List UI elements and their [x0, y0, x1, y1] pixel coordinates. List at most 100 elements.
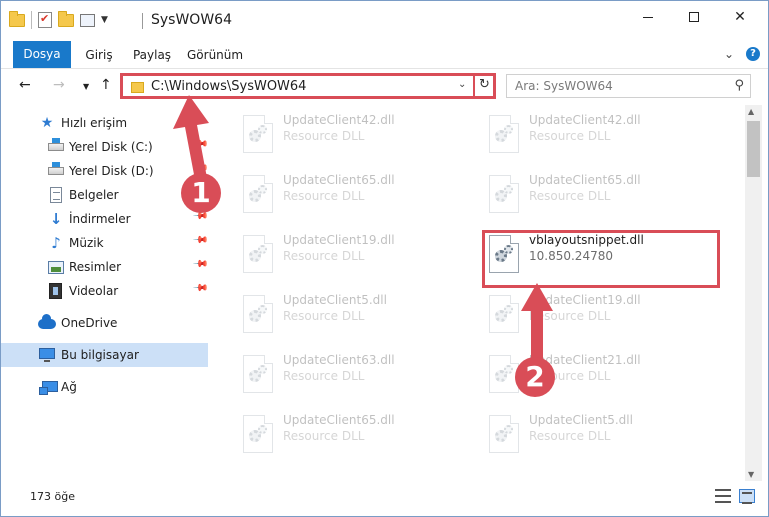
sidebar-item-label: İndirmeler	[69, 212, 131, 226]
dll-file-icon	[489, 175, 519, 213]
navigation-bar: ← → ▼ ↑ C:\Windows\SysWOW64 ⌄ ↻ Ara: Sys…	[1, 69, 768, 103]
file-item[interactable]: UpdateClient19.dll Resource DLL	[481, 291, 711, 347]
file-description: Resource DLL	[529, 129, 611, 143]
dll-file-icon	[243, 355, 273, 393]
pin-icon[interactable]: 📌	[192, 280, 209, 297]
pin-icon[interactable]: 📌	[192, 232, 209, 249]
file-item[interactable]: UpdateClient65.dll Resource DLL	[481, 171, 711, 227]
file-item[interactable]: UpdateClient5.dll Resource DLL	[235, 291, 465, 347]
gear-icon	[258, 425, 267, 434]
computer-icon	[39, 348, 55, 362]
sidebar-item-label: Yerel Disk (D:)	[69, 164, 154, 178]
sidebar-item-this-pc[interactable]: Bu bilgisayar	[1, 343, 208, 367]
new-folder-icon[interactable]	[58, 10, 74, 27]
back-arrow-icon[interactable]: ←	[19, 77, 31, 93]
file-item[interactable]: UpdateClient42.dll Resource DLL	[235, 111, 465, 167]
folder-icon	[9, 10, 25, 27]
help-icon[interactable]: ?	[746, 47, 760, 61]
dll-file-icon	[243, 415, 273, 453]
tiles-view-icon[interactable]	[739, 489, 755, 504]
forward-arrow-icon[interactable]: →	[53, 77, 65, 93]
toolbar-dropdown-icon[interactable]: ▼	[101, 15, 108, 25]
recent-locations-icon[interactable]: ▼	[83, 82, 89, 91]
file-item[interactable]: UpdateClient19.dll Resource DLL	[235, 231, 465, 287]
file-item[interactable]: UpdateClient63.dll Resource DLL	[235, 351, 465, 407]
customize-toolbar-icon[interactable]	[80, 13, 95, 27]
minimize-icon	[643, 16, 653, 18]
file-item[interactable]: UpdateClient42.dll Resource DLL	[481, 111, 711, 167]
tab-view[interactable]: Görünüm	[187, 43, 243, 67]
file-name: UpdateClient65.dll	[283, 173, 395, 187]
sidebar-item-label: Hızlı erişim	[61, 116, 128, 130]
scroll-up-icon[interactable]: ▲	[748, 107, 754, 116]
file-description: Resource DLL	[283, 249, 365, 263]
dll-file-icon	[489, 415, 519, 453]
dll-file-icon	[243, 115, 273, 153]
sidebar-item-onedrive[interactable]: OneDrive	[1, 311, 208, 335]
gear-icon	[258, 365, 267, 374]
address-dropdown-icon[interactable]: ⌄	[458, 79, 466, 90]
file-description: Resource DLL	[529, 189, 611, 203]
search-icon[interactable]: ⚲	[734, 78, 744, 93]
tab-share[interactable]: Paylaş	[129, 43, 175, 67]
close-icon: ✕	[734, 9, 746, 25]
gear-icon	[258, 125, 267, 134]
sidebar-item-label: OneDrive	[61, 316, 118, 330]
file-item[interactable]: UpdateClient65.dll Resource DLL	[235, 171, 465, 227]
tab-file[interactable]: Dosya	[13, 41, 71, 68]
file-name: UpdateClient42.dll	[529, 113, 641, 127]
vertical-scrollbar[interactable]: ▲ ▼	[745, 105, 762, 481]
quick-access-toolbar: ▼	[9, 10, 108, 29]
gear-icon	[504, 125, 513, 134]
file-item[interactable]: UpdateClient65.dll Resource DLL	[235, 411, 465, 467]
maximize-button[interactable]	[671, 1, 717, 33]
minimize-button[interactable]	[625, 1, 671, 33]
search-placeholder: Ara: SysWOW64	[515, 79, 613, 93]
file-description: Resource DLL	[283, 429, 365, 443]
expand-ribbon-icon[interactable]: ⌄	[724, 47, 734, 61]
videos-icon	[49, 283, 62, 299]
pin-icon[interactable]: 📌	[192, 256, 209, 273]
file-description: Resource DLL	[283, 129, 365, 143]
properties-check-icon[interactable]	[38, 12, 52, 28]
folder-icon	[131, 82, 144, 93]
gear-icon	[504, 425, 513, 434]
ribbon-right-controls: ⌄ ?	[724, 47, 760, 61]
step-badge-2: 2	[515, 357, 555, 397]
tab-home[interactable]: Giriş	[81, 43, 117, 67]
music-icon: ♪	[51, 234, 61, 252]
sidebar-item-label: Ağ	[61, 380, 77, 394]
close-button[interactable]: ✕	[717, 1, 763, 33]
dll-file-icon	[243, 295, 273, 333]
gear-icon	[504, 365, 513, 374]
address-path[interactable]: C:\Windows\SysWOW64	[151, 79, 306, 94]
file-description: Resource DLL	[283, 369, 365, 383]
drive-icon	[48, 162, 64, 175]
scroll-thumb[interactable]	[747, 121, 760, 177]
ribbon-tabs: Dosya Giriş Paylaş Görünüm ⌄ ?	[1, 39, 768, 69]
gear-icon	[258, 245, 267, 254]
file-name: UpdateClient63.dll	[283, 353, 395, 367]
sidebar-item-label: Belgeler	[69, 188, 119, 202]
onedrive-icon	[38, 314, 56, 329]
status-bar: 173 öğe	[1, 483, 768, 516]
details-view-icon[interactable]	[715, 489, 731, 503]
sidebar-item-label: Müzik	[69, 236, 104, 250]
scroll-down-icon[interactable]: ▼	[748, 470, 754, 479]
file-description: Resource DLL	[529, 429, 611, 443]
sidebar-item-network[interactable]: Ağ	[1, 375, 208, 399]
network-icon	[39, 381, 58, 395]
dll-file-icon	[489, 295, 519, 333]
file-name: UpdateClient42.dll	[283, 113, 395, 127]
file-name: UpdateClient5.dll	[283, 293, 387, 307]
sidebar-item-music[interactable]: ♪ Müzik 📌	[1, 231, 208, 255]
refresh-icon[interactable]: ↻	[473, 73, 494, 99]
up-arrow-icon[interactable]: ↑	[100, 77, 112, 93]
maximize-icon	[689, 12, 699, 22]
sidebar-item-pictures[interactable]: Resimler 📌	[1, 255, 209, 279]
file-item[interactable]: UpdateClient5.dll Resource DLL	[481, 411, 711, 467]
search-input[interactable]: Ara: SysWOW64 ⚲	[506, 74, 751, 98]
sidebar-item-label: Bu bilgisayar	[61, 348, 139, 362]
sidebar-item-videos[interactable]: Videolar 📌	[1, 279, 209, 303]
sidebar-item-downloads[interactable]: ↓ İndirmeler 📌	[1, 207, 209, 231]
